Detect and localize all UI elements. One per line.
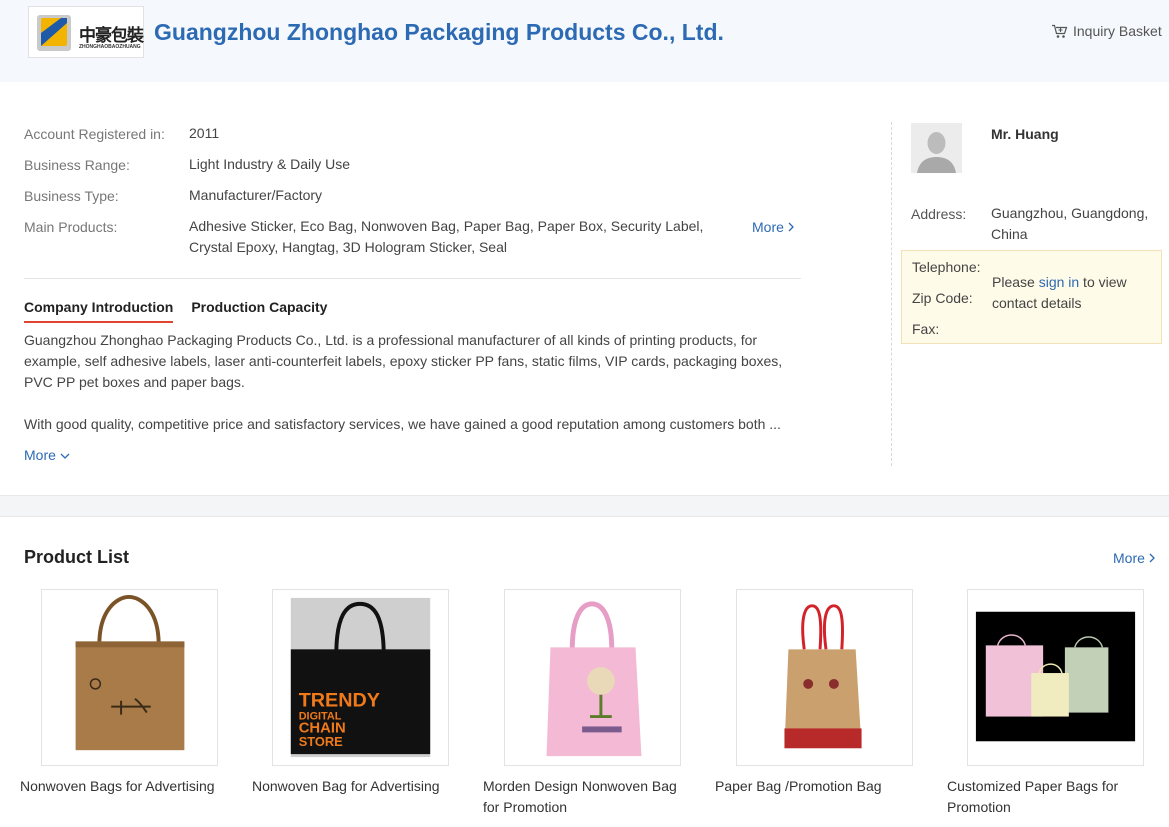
product-image-nonwoven-bag-black[interactable]: TRENDY DIGITAL CHAIN STORE [272,589,449,766]
zip-code-label: Zip Code: [912,290,973,306]
contact-name: Mr. Huang [991,126,1059,142]
more-label: More [24,447,56,463]
contact-details-box: Telephone: Zip Code: Fax: Please sign in… [901,250,1162,344]
intro-paragraph: Guangzhou Zhonghao Packaging Products Co… [24,332,783,390]
logo-pinyin-text: ZHONGHAOBAOZHUANG [79,44,141,50]
product-name[interactable]: Nonwoven Bags for Advertising [20,776,230,797]
avatar [911,123,962,173]
product-name[interactable]: Customized Paper Bags for Promotion [947,776,1157,818]
company-name[interactable]: Guangzhou Zhonghao Packaging Products Co… [154,19,724,46]
business-type-label: Business Type: [24,188,119,204]
product-list-more-link[interactable]: More [1113,550,1155,566]
product-name[interactable]: Morden Design Nonwoven Bag for Promotion [483,776,693,818]
registered-value: 2011 [189,125,220,141]
main-products-label: Main Products: [24,219,118,235]
product-name[interactable]: Paper Bag /Promotion Bag [715,776,925,797]
paper-bag-image [784,604,862,749]
cart-icon [1052,24,1068,38]
logo-mark-icon [37,15,71,51]
section-divider [24,278,801,279]
intro-tabs: Company Introduction Production Capacity [24,299,327,323]
product-image-paper-bag[interactable] [736,589,913,766]
sign-in-message-prefix: Please [992,274,1039,290]
telephone-label: Telephone: [912,259,981,275]
paper-bags-group-image [975,611,1136,742]
chevron-right-icon [1149,553,1155,563]
brown-tote-bag-image [75,594,185,751]
more-label: More [752,219,784,235]
tab-company-introduction[interactable]: Company Introduction [24,299,174,323]
pink-tote-bag-image [546,601,642,757]
intro-more-link[interactable]: More [24,445,70,466]
product-image-customized-paper-bags[interactable] [967,589,1144,766]
address-value: Guangzhou, Guangdong, China [991,205,1149,242]
chevron-right-icon [788,222,794,232]
sign-in-link[interactable]: sign in [1039,274,1079,290]
vertical-divider [891,122,892,466]
company-logo[interactable]: 中豪包裝 ZHONGHAOBAOZHUANG [28,6,144,58]
company-introduction-text: Guangzhou Zhonghao Packaging Products Co… [24,330,794,466]
product-image-nonwoven-bag-pink[interactable] [504,589,681,766]
inquiry-basket-link[interactable]: Inquiry Basket [1051,23,1162,39]
product-list-title: Product List [24,547,130,567]
inquiry-basket-label: Inquiry Basket [1073,23,1162,39]
product-name[interactable]: Nonwoven Bag for Advertising [252,776,462,797]
tab-production-capacity[interactable]: Production Capacity [191,299,327,323]
top-header: 中豪包裝 ZHONGHAOBAOZHUANG Guangzhou Zhongha… [0,0,1169,82]
section-separator-band [0,495,1169,517]
user-avatar-icon [911,123,962,173]
fax-label: Fax: [912,321,940,337]
more-label: More [1113,550,1145,566]
registered-label: Account Registered in: [24,126,165,142]
main-products-more-link[interactable]: More [752,219,794,235]
product-image-nonwoven-bag-brown[interactable] [41,589,218,766]
chevron-down-icon [60,453,70,459]
bag-print-store: STORE [299,734,343,749]
address-label: Address: [911,206,967,222]
black-tote-bag-image: TRENDY DIGITAL CHAIN STORE [290,597,431,758]
sign-in-message: Please sign in to view contact details [992,272,1152,314]
business-range-label: Business Range: [24,157,130,173]
logo-chinese-text: 中豪包裝 [79,26,144,45]
main-products-value: Adhesive Sticker, Eco Bag, Nonwoven Bag,… [189,218,704,255]
bag-print-trendy: TRENDY [299,690,380,712]
business-type-value: Manufacturer/Factory [189,187,323,203]
intro-paragraph: With good quality, competitive price and… [24,416,781,432]
business-range-value: Light Industry & Daily Use [189,156,351,172]
